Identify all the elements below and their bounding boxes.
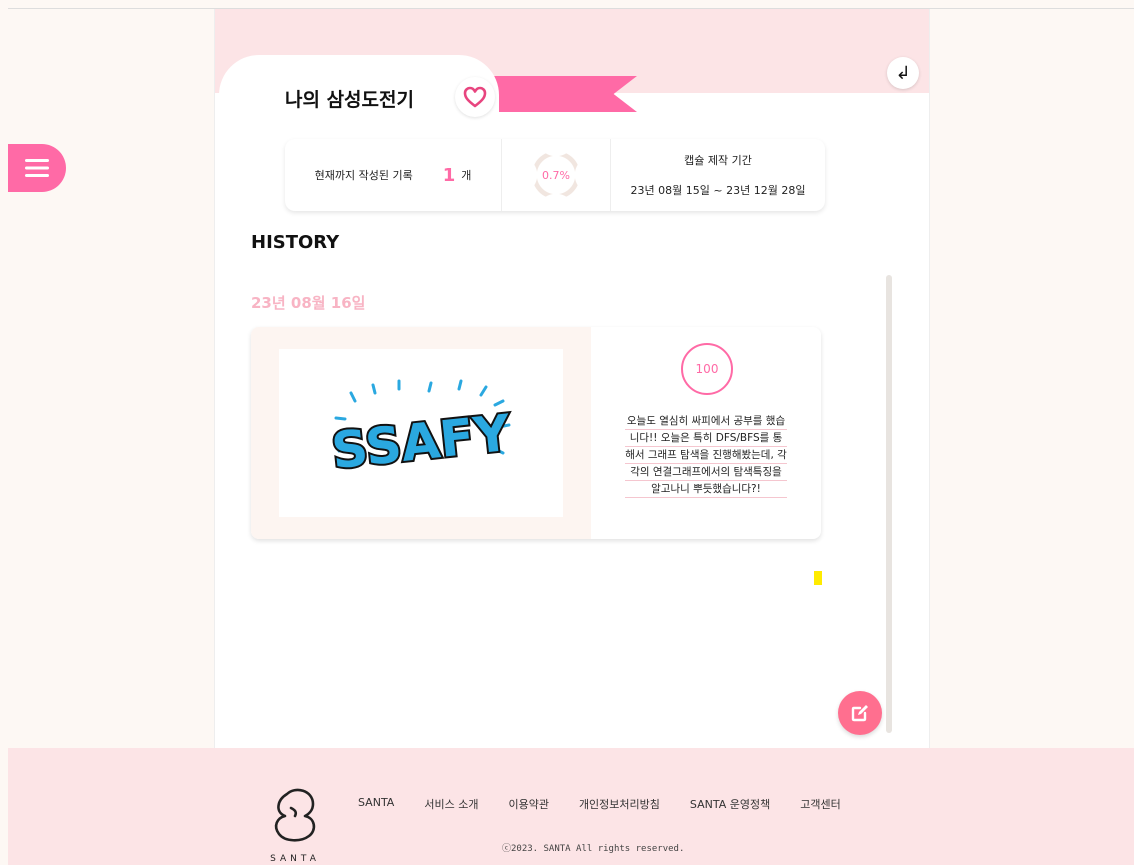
edit-icon: [851, 705, 868, 722]
footer-link-support[interactable]: 고객센터: [800, 796, 840, 812]
progress-section: 0.7%: [502, 139, 611, 211]
footer-link-policy[interactable]: SANTA 운영정책: [690, 796, 770, 812]
stats-card: 현재까지 작성된 기록 1 개 0.7% 캡슐 제작 기간 23년 08월 15…: [285, 139, 825, 211]
record-count-value: 1: [442, 164, 456, 186]
progress-percent: 0.7%: [542, 168, 570, 182]
capsule-period: 캡슐 제작 기간 23년 08월 15일 ~ 23년 12월 28일: [611, 139, 825, 211]
copyright: ⓒ2023. SANTA All rights reserved.: [502, 844, 685, 854]
history-scrollbar[interactable]: [886, 275, 892, 733]
yellow-marker: [814, 571, 822, 585]
write-button[interactable]: [838, 691, 882, 735]
period-label: 캡슐 제작 기간: [684, 154, 752, 167]
sticker-100-icon: 100: [681, 343, 733, 395]
title-ribbon: [481, 76, 637, 112]
page-title: 나의 삼성도전기: [285, 89, 414, 111]
main-panel: 나의 삼성도전기 ↲ 현재까지 작성된 기록 1 개 0.7% 캡슐 제작 기간…: [214, 9, 930, 748]
footer: SANTA SANTA 서비스 소개 이용약관 개인정보처리방침 SANTA 운…: [8, 748, 1134, 865]
ssafy-logo-text: SSAFY: [329, 404, 514, 480]
favorite-button[interactable]: [455, 77, 495, 117]
period-value: 23년 08월 15일 ~ 23년 12월 28일: [630, 184, 806, 197]
menu-button[interactable]: [8, 144, 66, 192]
entry-date: 23년 08월 16일: [251, 294, 366, 312]
history-card[interactable]: SSAFY 100 오늘도 열심히 싸피에서 공부를 했습니다!! 오늘은 특히…: [251, 327, 821, 539]
logo-word: SANTA: [270, 854, 320, 864]
footer-link-terms[interactable]: 이용약관: [508, 796, 548, 812]
footer-link-santa[interactable]: SANTA: [358, 796, 394, 812]
history-heading: HISTORY: [251, 232, 340, 253]
left-background: [8, 9, 214, 748]
santa-logo[interactable]: SANTA: [264, 784, 326, 864]
record-count-label: 현재까지 작성된 기록: [314, 169, 413, 182]
progress-ring: 0.7%: [532, 151, 580, 199]
footer-links: SANTA 서비스 소개 이용약관 개인정보처리방침 SANTA 운영정책 고객…: [358, 796, 841, 812]
record-count-unit: 개: [461, 169, 472, 182]
right-background: [928, 9, 1134, 748]
footer-link-privacy[interactable]: 개인정보처리방침: [579, 796, 660, 812]
hamburger-menu-icon: [25, 159, 49, 177]
record-count: 현재까지 작성된 기록 1 개: [285, 139, 502, 211]
back-arrow-icon: ↲: [895, 62, 911, 84]
card-image-area: SSAFY: [251, 327, 591, 539]
sticker-text: 100: [695, 362, 719, 376]
back-button[interactable]: ↲: [887, 57, 919, 89]
heart-outline-icon: [463, 86, 487, 108]
ssafy-logo-image: SSAFY: [279, 349, 563, 517]
santa-logo-icon: [274, 788, 316, 842]
footer-link-service[interactable]: 서비스 소개: [424, 796, 478, 812]
entry-text: 오늘도 열심히 싸피에서 공부를 했습니다!! 오늘은 특히 DFS/BFS를 …: [625, 413, 787, 498]
